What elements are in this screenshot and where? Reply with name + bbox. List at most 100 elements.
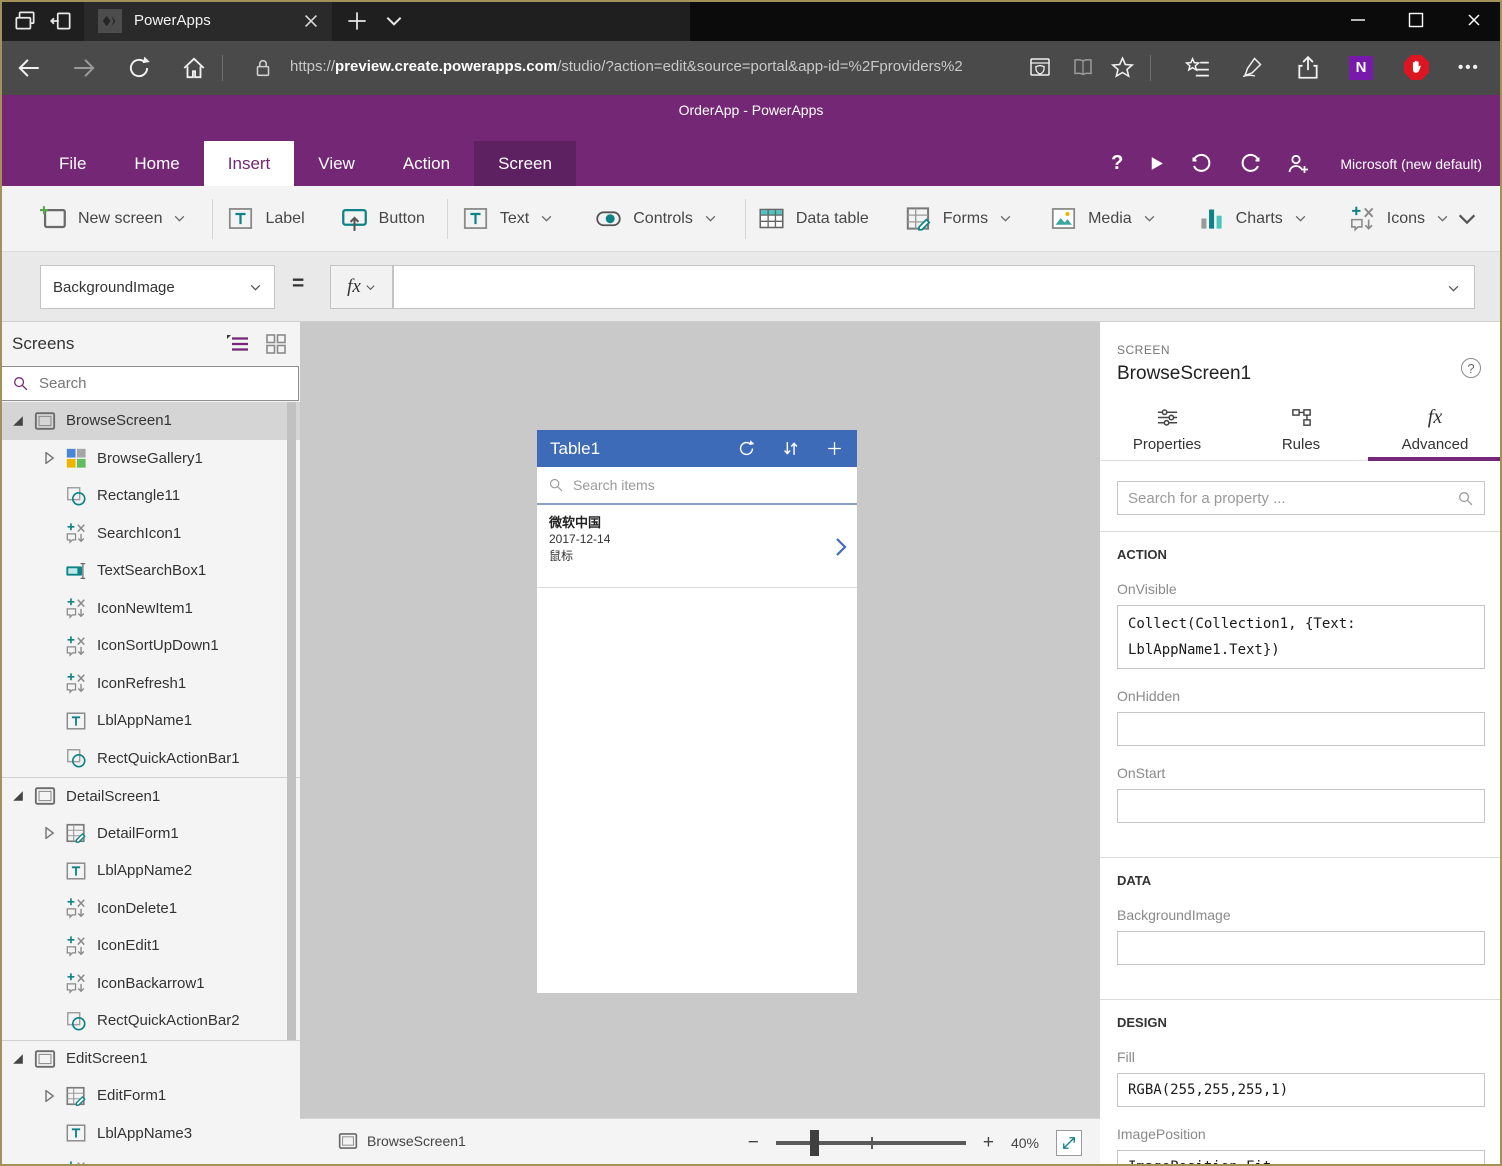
ribbon-new-screen[interactable]: New screen: [40, 205, 186, 232]
tree-item-lblappname3[interactable]: LblAppName3: [0, 1115, 300, 1153]
design-canvas[interactable]: Table1 微软中国 2017-12-14 鼠标 Bro: [300, 322, 1100, 1166]
tree-item-rectquickactionbar2[interactable]: RectQuickActionBar2: [0, 1002, 300, 1040]
tree-item-lblappname2[interactable]: LblAppName2: [0, 852, 300, 890]
tree-item-lblappname1[interactable]: LblAppName1: [0, 702, 300, 740]
address-bar[interactable]: https://preview.create.powerapps.com/stu…: [290, 58, 1020, 75]
tab-rules[interactable]: Rules: [1234, 398, 1368, 460]
tree-item-icondelete1[interactable]: IconDelete1: [0, 890, 300, 928]
minimize-icon[interactable]: [1346, 8, 1370, 32]
formula-input[interactable]: [394, 266, 1434, 308]
ribbon-forms[interactable]: Forms: [905, 205, 1012, 232]
tree-item-iconsortupdown1[interactable]: IconSortUpDown1: [0, 627, 300, 665]
tab-advanced[interactable]: fx Advanced: [1368, 398, 1502, 460]
adblock-icon[interactable]: [1404, 55, 1429, 80]
zoom-out-button[interactable]: −: [748, 1132, 759, 1154]
tree-item-browsescreen1[interactable]: BrowseScreen1: [0, 402, 300, 440]
share-icon[interactable]: [1295, 55, 1321, 81]
fill-value-box[interactable]: RGBA(255,255,255,1): [1117, 1073, 1485, 1107]
reading-view-icon[interactable]: [1071, 55, 1095, 79]
tree-item-rectangle11[interactable]: Rectangle11: [0, 477, 300, 515]
account-name[interactable]: Microsoft (new default): [1340, 156, 1482, 172]
tree-item-detailform1[interactable]: DetailForm1: [0, 815, 300, 853]
close-window-icon[interactable]: [1462, 8, 1486, 32]
zoom-slider-thumb[interactable]: [810, 1130, 819, 1156]
onhidden-input[interactable]: [1128, 721, 1474, 737]
add-favorite-star-icon[interactable]: [1110, 55, 1135, 80]
onenote-icon[interactable]: N: [1349, 56, 1373, 80]
tab-preview-icon[interactable]: [12, 8, 38, 34]
expander-open-icon[interactable]: [11, 790, 25, 802]
backgroundimage-input[interactable]: [1128, 940, 1474, 956]
tree-item-iconbackarrow1[interactable]: IconBackarrow1: [0, 965, 300, 1003]
ribbon-text[interactable]: Text: [462, 205, 553, 232]
tree-item-rectquickactionbar1[interactable]: RectQuickActionBar1: [0, 740, 300, 778]
ribbon-icons[interactable]: Icons: [1349, 205, 1449, 232]
tree-item-detailscreen1[interactable]: DetailScreen1: [0, 777, 300, 815]
screens-scrollbar[interactable]: [287, 402, 296, 1040]
phone-search-input[interactable]: [573, 477, 813, 493]
tree-item-iconrefresh1[interactable]: IconRefresh1: [0, 665, 300, 703]
menu-view[interactable]: View: [294, 141, 379, 186]
refresh-icon[interactable]: [126, 55, 152, 81]
web-note-pen-icon[interactable]: [1240, 55, 1264, 79]
phone-search-box[interactable]: [537, 467, 857, 505]
new-tab-icon[interactable]: [344, 8, 370, 34]
more-actions-icon[interactable]: •••: [1458, 59, 1480, 76]
phone-header-bar[interactable]: Table1: [537, 430, 857, 467]
ribbon-button-btn[interactable]: Button: [341, 205, 425, 232]
expander-closed-icon[interactable]: [42, 1090, 56, 1102]
menu-insert[interactable]: Insert: [204, 141, 295, 186]
back-icon[interactable]: [16, 55, 42, 81]
tree-item-iconedit1[interactable]: IconEdit1: [0, 927, 300, 965]
tree-item-editform1[interactable]: EditForm1: [0, 1077, 300, 1115]
menu-screen[interactable]: Screen: [474, 141, 576, 186]
inspector-help-icon[interactable]: ?: [1461, 358, 1481, 378]
tree-item-browsegallery1[interactable]: BrowseGallery1: [0, 440, 300, 478]
redo-icon[interactable]: [1238, 152, 1262, 176]
ribbon-label-btn[interactable]: Label: [227, 205, 304, 232]
onstart-input[interactable]: [1128, 798, 1474, 814]
home-icon[interactable]: [181, 55, 207, 81]
screens-search-input[interactable]: [39, 375, 239, 392]
tab-properties[interactable]: Properties: [1100, 398, 1234, 460]
grid-view-icon[interactable]: [264, 332, 288, 356]
fit-to-window-button[interactable]: [1056, 1130, 1082, 1156]
fx-button[interactable]: fx: [330, 265, 393, 309]
undo-icon[interactable]: [1190, 152, 1214, 176]
expander-open-icon[interactable]: [11, 1053, 25, 1065]
zoom-in-button[interactable]: +: [983, 1132, 994, 1154]
menu-home[interactable]: Home: [110, 141, 203, 186]
chevron-right-icon[interactable]: [835, 537, 847, 557]
ribbon-data-table[interactable]: Data table: [758, 205, 869, 232]
forward-icon[interactable]: [71, 55, 97, 81]
gallery-item[interactable]: 微软中国 2017-12-14 鼠标: [537, 505, 857, 588]
onvisible-value-box[interactable]: Collect(Collection1, {Text: LblAppName1.…: [1117, 605, 1485, 669]
help-icon[interactable]: ?: [1111, 152, 1123, 175]
site-shield-icon[interactable]: [1028, 55, 1052, 79]
list-view-icon[interactable]: [226, 332, 250, 356]
formula-expand-chevron-icon[interactable]: [1447, 282, 1460, 295]
expander-closed-icon[interactable]: [42, 452, 56, 464]
property-dropdown[interactable]: BackgroundImage: [40, 265, 275, 309]
set-tabs-aside-icon[interactable]: [48, 8, 74, 34]
ribbon-expand-chevron-icon[interactable]: [1456, 208, 1478, 230]
tree-item-editscreen1[interactable]: EditScreen1: [0, 1040, 300, 1078]
preview-play-icon[interactable]: [1147, 154, 1166, 173]
phone-screen-preview[interactable]: Table1 微软中国 2017-12-14 鼠标: [537, 430, 857, 993]
favorites-hub-icon[interactable]: [1185, 55, 1211, 81]
tree-item-iconnewitem1[interactable]: IconNewItem1: [0, 590, 300, 628]
tab-list-chevron-icon[interactable]: [384, 11, 404, 31]
ribbon-media[interactable]: Media: [1050, 205, 1156, 232]
sort-icon[interactable]: [781, 439, 800, 458]
close-tab-icon[interactable]: [298, 8, 324, 34]
zoom-slider[interactable]: [776, 1141, 966, 1145]
share-user-icon[interactable]: [1286, 152, 1310, 176]
menu-file[interactable]: File: [35, 141, 110, 186]
tree-item-textsearchbox1[interactable]: TextSearchBox1: [0, 552, 300, 590]
tree-item-partial[interactable]: [0, 1152, 300, 1166]
expander-closed-icon[interactable]: [42, 827, 56, 839]
ribbon-controls[interactable]: Controls: [595, 205, 717, 232]
ribbon-charts[interactable]: Charts: [1198, 205, 1307, 232]
expander-open-icon[interactable]: [11, 415, 25, 427]
add-item-icon[interactable]: [825, 439, 844, 458]
